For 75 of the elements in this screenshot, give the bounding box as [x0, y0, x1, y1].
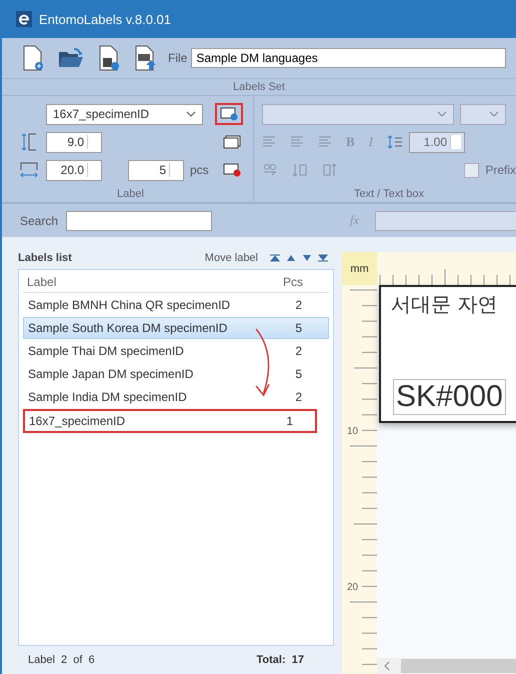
column-header[interactable]: Label [23, 275, 271, 289]
pieces-count: 5 [294, 367, 303, 381]
label-code-field: SK#000 [393, 379, 506, 415]
add-label-icon [220, 107, 238, 121]
file-label: File [168, 51, 188, 65]
chevron-down-icon [186, 111, 196, 117]
label-name: Sample BMNH China QR specimenID [27, 298, 232, 312]
pieces-count: 2 [294, 298, 303, 312]
move-label-text: Move label [204, 252, 258, 264]
pieces-spinbox[interactable]: 5 [128, 160, 184, 180]
align-icon[interactable] [290, 136, 304, 148]
label-name: Sample Thai DM specimenID [27, 344, 185, 358]
duplicate-label-icon[interactable] [223, 135, 241, 149]
file-name-field[interactable]: Sample DM languages [191, 48, 506, 68]
search-label: Search [20, 214, 58, 228]
label-name: Sample South Korea DM specimenID [27, 321, 228, 335]
line-spacing-icon [387, 134, 404, 150]
total-count: Total: 17 [256, 654, 304, 666]
horizontal-scrollbar[interactable] [377, 658, 516, 674]
height-spinbox[interactable]: 9.0 [46, 132, 102, 152]
group-caption: Label [116, 187, 145, 202]
pieces-count: 2 [294, 390, 303, 404]
line-spacing-spinbox[interactable]: 1.00 [409, 132, 466, 152]
move-up-icon[interactable] [286, 254, 296, 262]
open-folder-icon[interactable] [58, 47, 84, 69]
move-bottom-icon[interactable] [318, 254, 328, 262]
window-title: EntomoLabels v.8.0.01 [39, 12, 172, 26]
pieces-count: 1 [285, 414, 294, 428]
add-file-icon[interactable] [98, 45, 120, 71]
ruler-number: 20 [347, 582, 358, 593]
unit-label: mm [350, 262, 369, 274]
search-field[interactable] [66, 210, 212, 230]
label-text: 서대문 자연 [391, 291, 498, 318]
chevron-down-icon [437, 111, 447, 117]
font-dropdown[interactable] [262, 104, 454, 124]
list-row[interactable]: Sample BMNH China QR specimenID 2 [23, 294, 329, 316]
column-header[interactable]: Pcs [271, 275, 329, 289]
width-icon [18, 161, 40, 179]
template-dropdown[interactable]: 16x7_specimenID [46, 104, 203, 124]
label-position: Label 2 of 6 [28, 654, 95, 666]
new-file-icon[interactable] [22, 45, 44, 71]
chevron-down-icon [489, 111, 499, 117]
remove-label-icon[interactable] [223, 163, 241, 177]
group-caption: Text / Text box [352, 187, 426, 202]
scroll-left-icon[interactable] [383, 661, 391, 671]
annotation-arrow [255, 328, 272, 398]
list-row[interactable]: Sample South Korea DM specimenID 5 [23, 317, 329, 339]
ruler-number: 10 [347, 426, 358, 437]
add-label-button[interactable] [215, 103, 243, 125]
rotate-down-icon[interactable] [292, 162, 308, 178]
width-spinbox[interactable]: 20.0 [46, 160, 102, 180]
group-caption: Labels Set [2, 78, 516, 95]
prefix-label: Prefix [485, 163, 516, 177]
list-row[interactable]: Sample India DM specimenID 2 [23, 386, 329, 408]
app-logo-icon [16, 11, 32, 27]
move-down-icon[interactable] [302, 254, 312, 262]
pieces-count: 2 [294, 344, 303, 358]
align-icon[interactable] [318, 136, 332, 148]
label-preview[interactable]: 서대문 자연 SK#000 [379, 285, 516, 423]
pieces-unit: pcs [190, 163, 209, 177]
align-icon[interactable] [262, 136, 276, 148]
list-row[interactable]: Sample Japan DM specimenID 5 [23, 363, 329, 385]
csv-import-icon[interactable] [134, 45, 158, 71]
list-row[interactable]: 16x7_specimenID 1 [23, 409, 317, 433]
list-row[interactable]: Sample Thai DM specimenID 2 [23, 340, 329, 362]
pieces-count: 5 [294, 321, 303, 335]
size-dropdown[interactable] [460, 104, 506, 124]
prefix-checkbox[interactable] [464, 162, 480, 178]
label-name: Sample India DM specimenID [27, 390, 188, 404]
label-name: Sample Japan DM specimenID [27, 367, 194, 381]
rotate-up-icon[interactable] [322, 162, 338, 178]
move-top-icon[interactable] [270, 254, 280, 262]
list-title: Labels list [18, 252, 72, 264]
text-direction-icon[interactable] [262, 162, 278, 178]
label-name: 16x7_specimenID [28, 414, 126, 428]
